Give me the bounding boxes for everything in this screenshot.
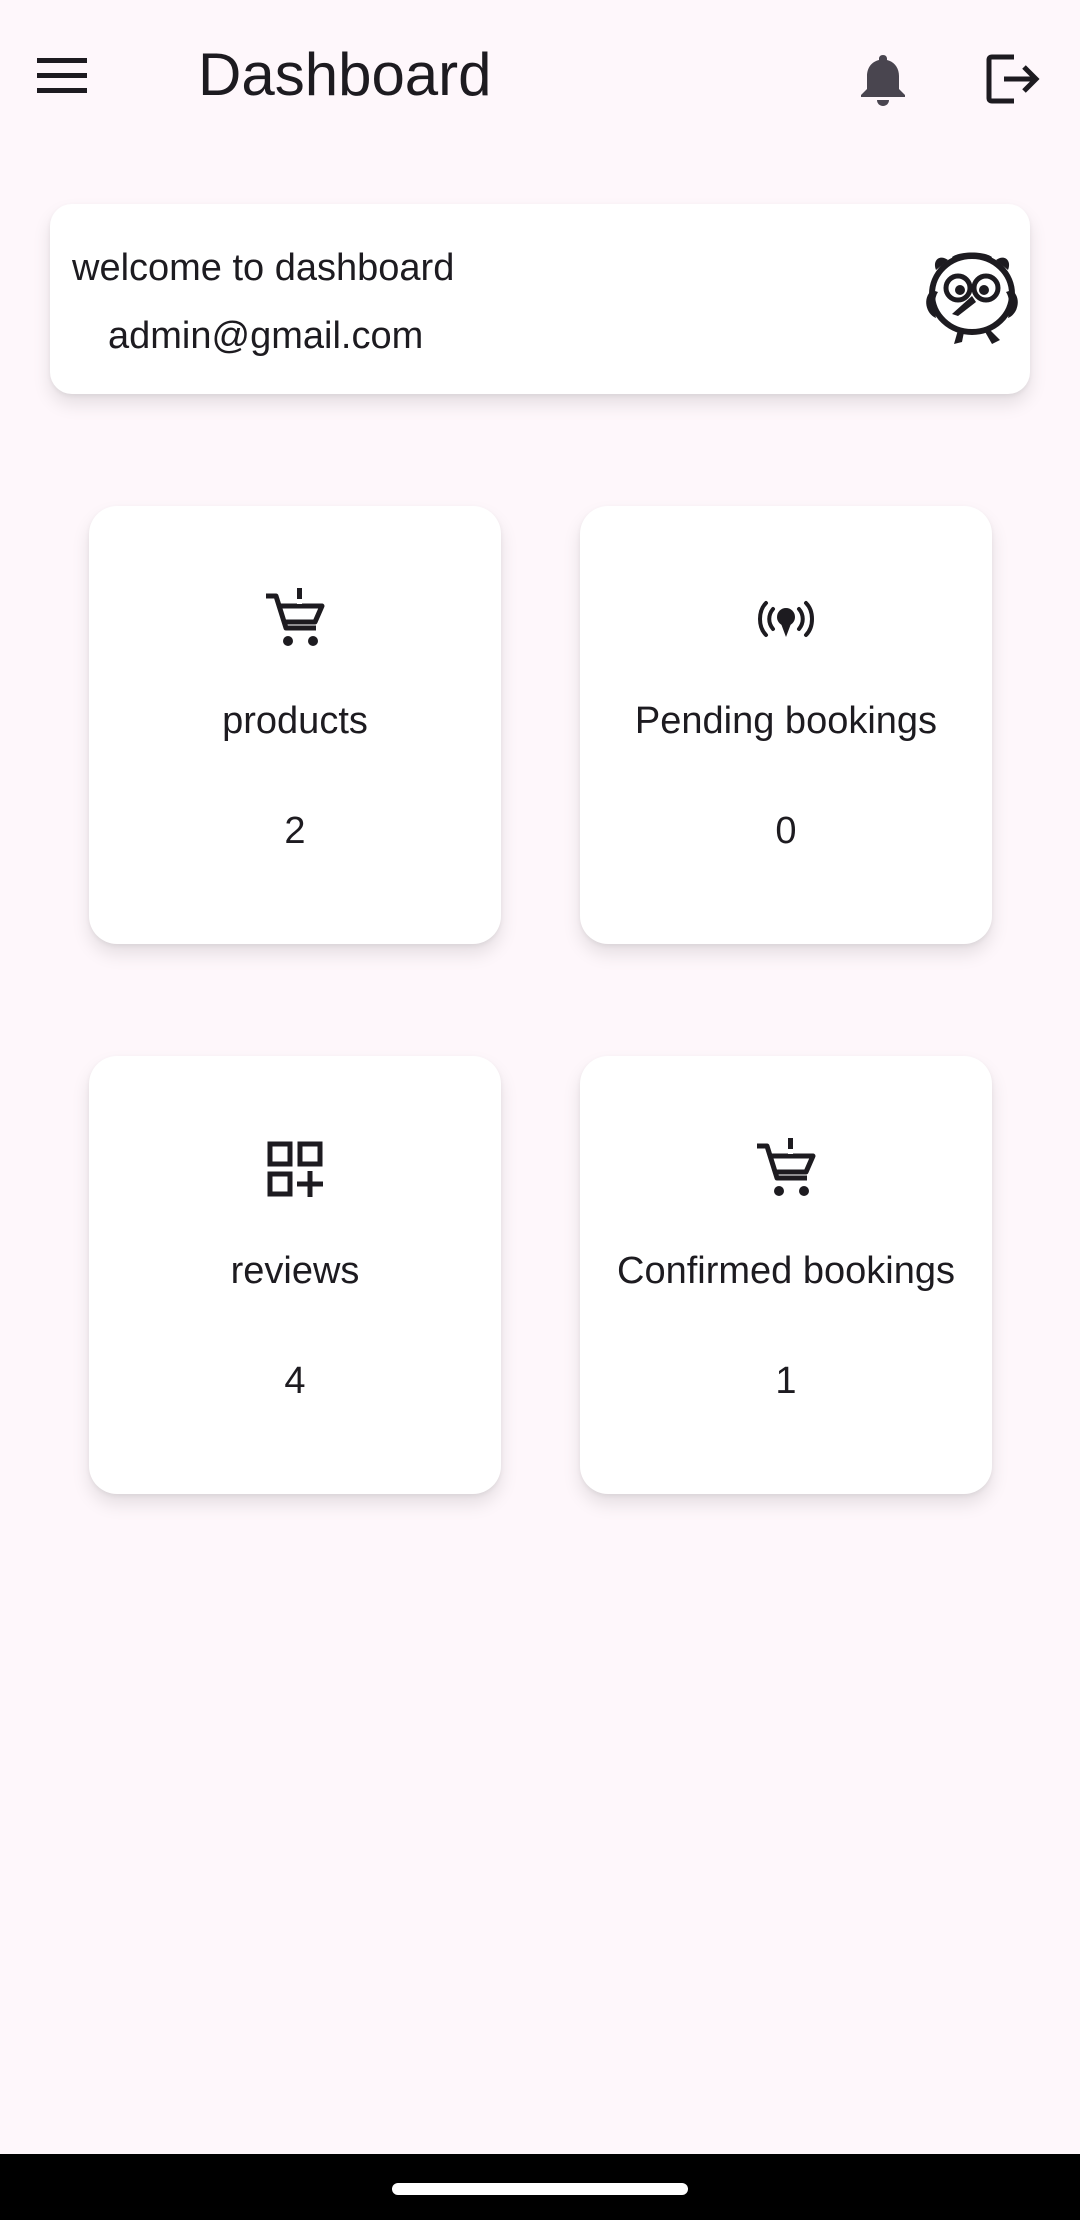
user-email: admin@gmail.com — [108, 315, 424, 357]
reviews-count: 4 — [284, 1360, 306, 1402]
broadcast-icon — [758, 601, 814, 637]
welcome-card: welcome to dashboard admin@gmail.com — [50, 204, 1030, 394]
confirmed-bookings-card[interactable]: Confirmed bookings 1 — [580, 1056, 992, 1494]
products-label: products — [222, 700, 368, 742]
products-card[interactable]: products 2 — [89, 506, 501, 944]
welcome-greeting: welcome to dashboard — [72, 247, 455, 289]
owl-mascot-icon — [926, 252, 1018, 344]
home-indicator[interactable] — [392, 2183, 688, 2195]
menu-button[interactable] — [37, 45, 117, 107]
reviews-card[interactable]: reviews 4 — [89, 1056, 501, 1494]
bell-icon — [861, 55, 905, 106]
grid-plus-icon — [267, 1141, 323, 1197]
pending-bookings-label: Pending bookings — [634, 700, 938, 742]
menu-icon — [37, 58, 87, 93]
pending-bookings-count: 0 — [775, 810, 797, 852]
logout-icon — [986, 54, 1040, 104]
cart-alert-icon — [757, 1138, 816, 1196]
pending-bookings-card[interactable]: Pending bookings 0 — [580, 506, 992, 944]
cart-alert-icon — [266, 588, 325, 646]
reviews-label: reviews — [230, 1250, 360, 1292]
app-bar: Dashboard — [0, 0, 1080, 150]
products-count: 2 — [284, 810, 306, 852]
confirmed-bookings-label: Confirmed bookings — [617, 1250, 955, 1292]
confirmed-bookings-count: 1 — [775, 1360, 797, 1402]
logout-button[interactable] — [980, 46, 1046, 112]
notifications-button[interactable] — [850, 46, 916, 112]
page-title: Dashboard — [198, 41, 492, 108]
